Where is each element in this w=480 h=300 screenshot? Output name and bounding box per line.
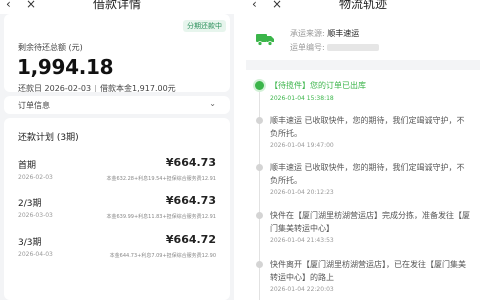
installment-detail: 本金644.73+利息7.09+担保综合服务费12.90 [109,253,216,259]
timeline-dot [256,164,263,171]
installment-row: 首期 ¥664.73 2026-02-03 本金632.28+利息19.54+担… [4,156,230,198]
loan-detail-panel: ‹ × 借款详情 分期还款中 剩余待还总额 (元) 1,994.18 还款日 2… [0,0,234,300]
loan-summary-card: 分期还款中 剩余待还总额 (元) 1,994.18 还款日 2026-02-03… [4,14,230,94]
installment-date: 2026-04-03 [18,251,53,258]
gutter [234,0,246,300]
installment-name: 首期 [18,161,37,171]
installment-date: 2026-02-03 [18,174,53,181]
repay-date: 还款日 2026-02-03 [18,84,92,93]
installment-row: 3/3期 ¥664.72 2026-04-03 本金644.73+利息7.09+… [4,233,230,275]
event-time: 2026-01-04 19:47:00 [270,142,334,149]
order-info-row[interactable]: 订单信息 ⌄ [4,96,230,114]
remain-label: 剩余待还总额 (元) [18,43,83,52]
plan-title: 还款计划 (3期) [18,133,79,143]
logistics-panel: ‹ × 物流轨迹 承运来源: 顺丰速运 运单编号: 【待揽件】您的订单已出库 2… [246,0,480,300]
event-text: 顺丰速运 已收取快件，您的期待，我们定竭诚守护，不负所托。 [270,163,465,185]
carrier-card: 承运来源: 顺丰速运 运单编号: [246,14,480,60]
loan-topbar: ‹ × 借款详情 [0,0,234,14]
event-time: 2026-01-04 20:12:23 [270,189,334,196]
installment-detail: 本金632.28+利息19.54+担保综合服务费12.91 [106,176,216,182]
installment-amount: ¥664.73 [165,194,216,207]
page-title: 物流轨迹 [338,0,387,11]
installment-amount: ¥664.72 [165,233,216,246]
divider [95,85,97,92]
repayment-plan-card: 还款计划 (3期) 首期 ¥664.73 2026-02-03 本金632.28… [4,118,230,300]
event-time: 2026-01-04 22:20:03 [270,286,334,293]
installment-name: 2/3期 [18,199,42,209]
carrier-label: 承运来源: [290,29,325,38]
timeline-dot [256,261,263,268]
waybill-label: 运单编号: [290,43,325,52]
repay-info: 还款日 2026-02-03 借款本金1,917.00元 [18,83,176,94]
timeline-dot [256,212,263,219]
carrier-source: 承运来源: 顺丰速运 [290,28,359,39]
event-time: 2026-01-04 21:43:53 [270,237,334,244]
installment-detail: 本金639.99+利息11.83+担保综合服务费12.91 [106,214,216,220]
event-text: 【待揽件】您的订单已出库 [270,81,366,90]
installment-amount: ¥664.73 [165,156,216,169]
chevron-down-icon[interactable]: ⌄ [209,99,216,108]
installment-row: 2/3期 ¥664.73 2026-03-03 本金639.99+利息11.83… [4,194,230,236]
status-badge: 分期还款中 [183,20,226,32]
section-divider [246,60,480,70]
page-title: 借款详情 [92,0,141,11]
installment-name: 3/3期 [18,238,42,248]
installment-date: 2026-03-03 [18,212,53,219]
logistics-timeline: 【待揽件】您的订单已出库 2026-01-04 15:38:18 顺丰速运 已收… [246,70,480,300]
order-info-label: 订单信息 [18,101,50,110]
timeline-dot-active [255,81,264,90]
event-text: 快件在【厦门湖里枋湖营运店】完成分拣，准备发往【厦门集美转运中心】 [270,211,470,233]
waybill-number: 运单编号: [290,42,379,53]
loan-principal: 借款本金1,917.00元 [100,84,176,93]
event-text: 快件离开【厦门湖里枋湖营运店】，已在发往【厦门集美转运中心】的路上 [270,260,466,282]
carrier-value: 顺丰速运 [327,29,360,38]
truck-icon [256,34,274,46]
remain-amount: 1,994.18 [17,55,114,79]
event-time: 2026-01-04 15:38:18 [270,95,334,102]
logistics-topbar: ‹ × 物流轨迹 [246,0,480,14]
event-text: 顺丰速运 已收取快件，您的期待，我们定竭诚守护，不负所托。 [270,116,465,138]
timeline-dot [256,117,263,124]
waybill-redacted [326,44,379,51]
